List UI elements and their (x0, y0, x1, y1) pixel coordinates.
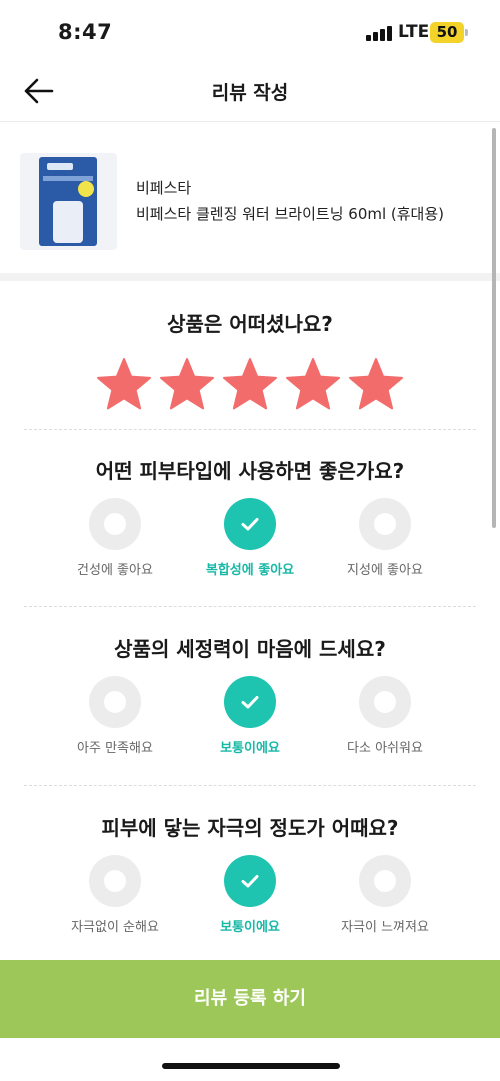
star-icon[interactable] (347, 356, 405, 414)
star-rating[interactable] (95, 356, 405, 414)
radio-circle (89, 855, 141, 907)
network-label: LTE (398, 22, 430, 42)
page-title: 리뷰 작성 (211, 82, 289, 104)
battery-tip (465, 29, 468, 36)
rating-question: 상품은 어떠셨나요? (167, 312, 333, 336)
option-label: 자극없이 순해요 (71, 920, 159, 935)
section-divider (0, 273, 500, 281)
app-header: 리뷰 작성 (0, 60, 500, 122)
option-label: 건성에 좋아요 (77, 563, 153, 578)
radio-circle (359, 855, 411, 907)
radio-circle (224, 498, 276, 550)
star-icon[interactable] (284, 356, 342, 414)
question-cleansing-power: 상품의 세정력이 마음에 드세요? (114, 637, 386, 661)
option-label: 보통이에요 (220, 920, 280, 935)
radio-circle (224, 676, 276, 728)
product-brand: 비페스타 (136, 179, 192, 197)
home-indicator (162, 1063, 340, 1069)
divider (24, 785, 476, 786)
battery-icon: 50 (430, 22, 464, 43)
question-skin-type: 어떤 피부타입에 사용하면 좋은가요? (95, 459, 405, 483)
status-bar: 8:47 LTE 50 (0, 0, 500, 60)
option-label: 자극이 느껴져요 (341, 920, 429, 935)
option-label: 지성에 좋아요 (347, 563, 423, 578)
radio-circle (89, 498, 141, 550)
option-label: 복합성에 좋아요 (205, 563, 295, 578)
submit-review-button[interactable]: 리뷰 등록 하기 (0, 960, 500, 1038)
divider (24, 429, 476, 430)
product-info: 비페스타 비페스타 클렌징 워터 브라이트닝 60ml (휴대용) (0, 123, 500, 273)
radio-circle (359, 676, 411, 728)
option-label: 보통이에요 (220, 741, 280, 756)
radio-circle (89, 676, 141, 728)
product-name: 비페스타 클렌징 워터 브라이트닝 60ml (휴대용) (136, 205, 445, 223)
radio-circle (224, 855, 276, 907)
radio-circle (359, 498, 411, 550)
check-icon (241, 875, 259, 888)
product-image (20, 153, 117, 250)
check-icon (241, 696, 259, 709)
star-icon[interactable] (221, 356, 279, 414)
star-icon[interactable] (158, 356, 216, 414)
check-icon (241, 518, 259, 531)
star-icon[interactable] (95, 356, 153, 414)
status-time: 8:47 (58, 20, 113, 44)
option-label: 다소 아쉬워요 (347, 741, 423, 756)
question-irritation: 피부에 닿는 자극의 정도가 어때요? (101, 816, 399, 840)
divider (24, 606, 476, 607)
option-label: 아주 만족해요 (77, 741, 153, 756)
signal-icon (366, 25, 392, 41)
